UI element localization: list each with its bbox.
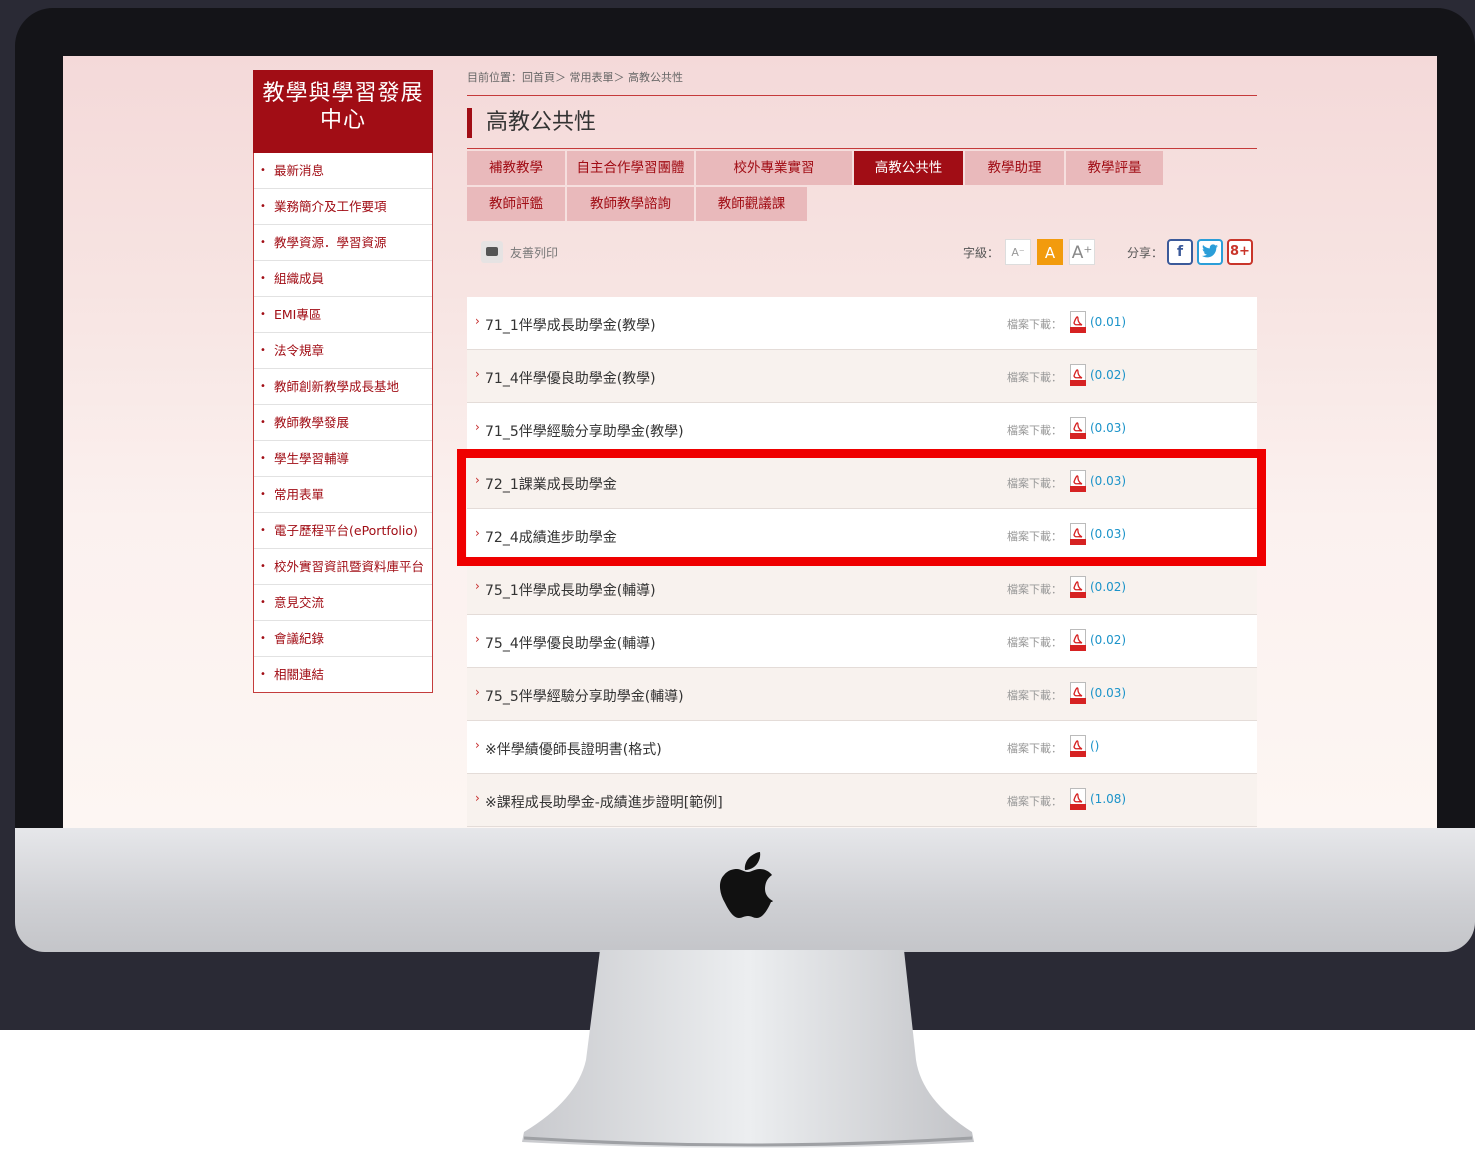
file-row: ※課程成長助學金-成績進步證明[範例] 檔案下載： (1.08): [467, 774, 1257, 827]
sidebar-item[interactable]: 教學資源．學習資源: [254, 225, 432, 261]
tab[interactable]: 自主合作學習團體: [567, 151, 694, 185]
browser-screen: 教學與學習發展中心 最新消息 業務簡介及工作要項 教學資源．學習資源 組織成員 …: [63, 56, 1437, 828]
google-plus-icon[interactable]: 8+: [1227, 239, 1253, 265]
file-name[interactable]: 71_4伴學優良助學金(教學): [475, 367, 656, 388]
font-large-button[interactable]: A⁺: [1069, 239, 1095, 265]
download-label: 檔案下載：: [1007, 371, 1062, 384]
highlight-annotation: [457, 449, 1266, 566]
download-label: 檔案下載：: [1007, 742, 1062, 755]
file-name[interactable]: 71_1伴學成長助學金(教學): [475, 314, 656, 335]
file-name[interactable]: 75_4伴學優良助學金(輔導): [475, 632, 656, 653]
site-title[interactable]: 教學與學習發展中心: [253, 70, 433, 153]
sidebar-item[interactable]: 電子歷程平台(ePortfolio): [254, 513, 432, 549]
tab-active[interactable]: 高教公共性: [854, 151, 963, 185]
download-label: 檔案下載：: [1007, 318, 1062, 331]
sidebar-item[interactable]: 最新消息: [254, 153, 432, 189]
print-button[interactable]: 友善列印: [481, 241, 558, 263]
sidebar-item[interactable]: EMI專區: [254, 297, 432, 333]
download-count[interactable]: (0.02): [1090, 633, 1126, 647]
tab[interactable]: 教師評鑑: [467, 187, 565, 221]
twitter-icon[interactable]: [1197, 239, 1223, 265]
file-name[interactable]: 75_1伴學成長助學金(輔導): [475, 579, 656, 600]
download-count[interactable]: (0.02): [1090, 368, 1126, 382]
apple-logo-icon: [719, 852, 773, 918]
file-name[interactable]: 75_5伴學經驗分享助學金(輔導): [475, 685, 684, 706]
file-row: 75_4伴學優良助學金(輔導) 檔案下載： (0.02): [467, 615, 1257, 668]
pdf-icon[interactable]: [1070, 788, 1086, 810]
pdf-icon[interactable]: [1070, 364, 1086, 386]
divider: [467, 148, 1257, 149]
sidebar-item[interactable]: 會議紀錄: [254, 621, 432, 657]
download-count[interactable]: (0.01): [1090, 315, 1126, 329]
pdf-icon[interactable]: [1070, 311, 1086, 333]
tab[interactable]: 教學評量: [1066, 151, 1163, 185]
pdf-icon[interactable]: [1070, 629, 1086, 651]
download-count[interactable]: (): [1090, 739, 1099, 753]
download-label: 檔案下載：: [1007, 795, 1062, 808]
sidebar-item[interactable]: 法令規章: [254, 333, 432, 369]
tab[interactable]: 校外專業實習: [696, 151, 852, 185]
font-size-control: 字級： A⁻ A A⁺: [963, 239, 1095, 265]
sidebar-item[interactable]: 業務簡介及工作要項: [254, 189, 432, 225]
font-size-label: 字級：: [962, 245, 999, 260]
file-row: 71_1伴學成長助學金(教學) 檔案下載： (0.01): [467, 297, 1257, 350]
print-label: 友善列印: [510, 245, 559, 260]
sidebar-item[interactable]: 組織成員: [254, 261, 432, 297]
main-content: 目前位置：回首頁＞ 常用表單＞ 高教公共性 高教公共性 補教教學 自主合作學習團…: [467, 56, 1257, 275]
sidebar-item[interactable]: 教師教學發展: [254, 405, 432, 441]
sidebar-item[interactable]: 意見交流: [254, 585, 432, 621]
pdf-icon[interactable]: [1070, 576, 1086, 598]
download-label: 檔案下載：: [1007, 636, 1062, 649]
pdf-icon[interactable]: [1070, 735, 1086, 757]
sidebar-menu: 最新消息 業務簡介及工作要項 教學資源．學習資源 組織成員 EMI專區 法令規章…: [253, 153, 433, 693]
download-count[interactable]: (0.02): [1090, 580, 1126, 594]
tab[interactable]: 教學助理: [965, 151, 1064, 185]
file-name[interactable]: ※伴學績優師長證明書(格式): [475, 738, 662, 759]
facebook-icon[interactable]: f: [1167, 239, 1193, 265]
download-count[interactable]: (1.08): [1090, 792, 1126, 806]
file-row: 71_4伴學優良助學金(教學) 檔案下載： (0.02): [467, 350, 1257, 403]
sidebar: 教學與學習發展中心 最新消息 業務簡介及工作要項 教學資源．學習資源 組織成員 …: [253, 70, 433, 693]
file-row: 75_1伴學成長助學金(輔導) 檔案下載： (0.02): [467, 562, 1257, 615]
share-label: 分享：: [1126, 245, 1163, 260]
font-medium-button[interactable]: A: [1037, 239, 1063, 265]
tab[interactable]: 教師觀議課: [696, 187, 807, 221]
download-count[interactable]: (0.03): [1090, 421, 1126, 435]
download-label: 檔案下載：: [1007, 583, 1062, 596]
breadcrumb[interactable]: 目前位置：回首頁＞ 常用表單＞ 高教公共性: [467, 56, 1257, 96]
download-label: 檔案下載：: [1007, 424, 1062, 437]
toolbar: 友善列印 字級： A⁻ A A⁺ 分享： f 8+: [467, 233, 1257, 275]
file-name[interactable]: ※課程成長助學金-成績進步證明[範例]: [475, 791, 723, 812]
sidebar-item[interactable]: 教師創新教學成長基地: [254, 369, 432, 405]
tab[interactable]: 教師教學諮詢: [567, 187, 694, 221]
pdf-icon[interactable]: [1070, 682, 1086, 704]
sidebar-item[interactable]: 相關連結: [254, 657, 432, 692]
file-name[interactable]: 71_5伴學經驗分享助學金(教學): [475, 420, 684, 441]
tab-bar: 補教教學 自主合作學習團體 校外專業實習 高教公共性 教學助理 教學評量 教師評…: [467, 151, 1257, 223]
file-row: ※伴學績優師長證明書(格式) 檔案下載： (): [467, 721, 1257, 774]
printer-icon: [481, 241, 503, 263]
sidebar-item[interactable]: 校外實習資訊暨資料庫平台: [254, 549, 432, 585]
file-row: 75_5伴學經驗分享助學金(輔導) 檔案下載： (0.03): [467, 668, 1257, 721]
font-small-button[interactable]: A⁻: [1005, 239, 1031, 265]
page-title: 高教公共性: [467, 108, 1257, 138]
pdf-icon[interactable]: [1070, 417, 1086, 439]
tab[interactable]: 補教教學: [467, 151, 565, 185]
share-bar: 分享： f 8+: [1127, 239, 1253, 265]
imac-stand: [522, 950, 974, 1148]
sidebar-item[interactable]: 學生學習輔導: [254, 441, 432, 477]
download-count[interactable]: (0.03): [1090, 686, 1126, 700]
download-label: 檔案下載：: [1007, 689, 1062, 702]
sidebar-item[interactable]: 常用表單: [254, 477, 432, 513]
